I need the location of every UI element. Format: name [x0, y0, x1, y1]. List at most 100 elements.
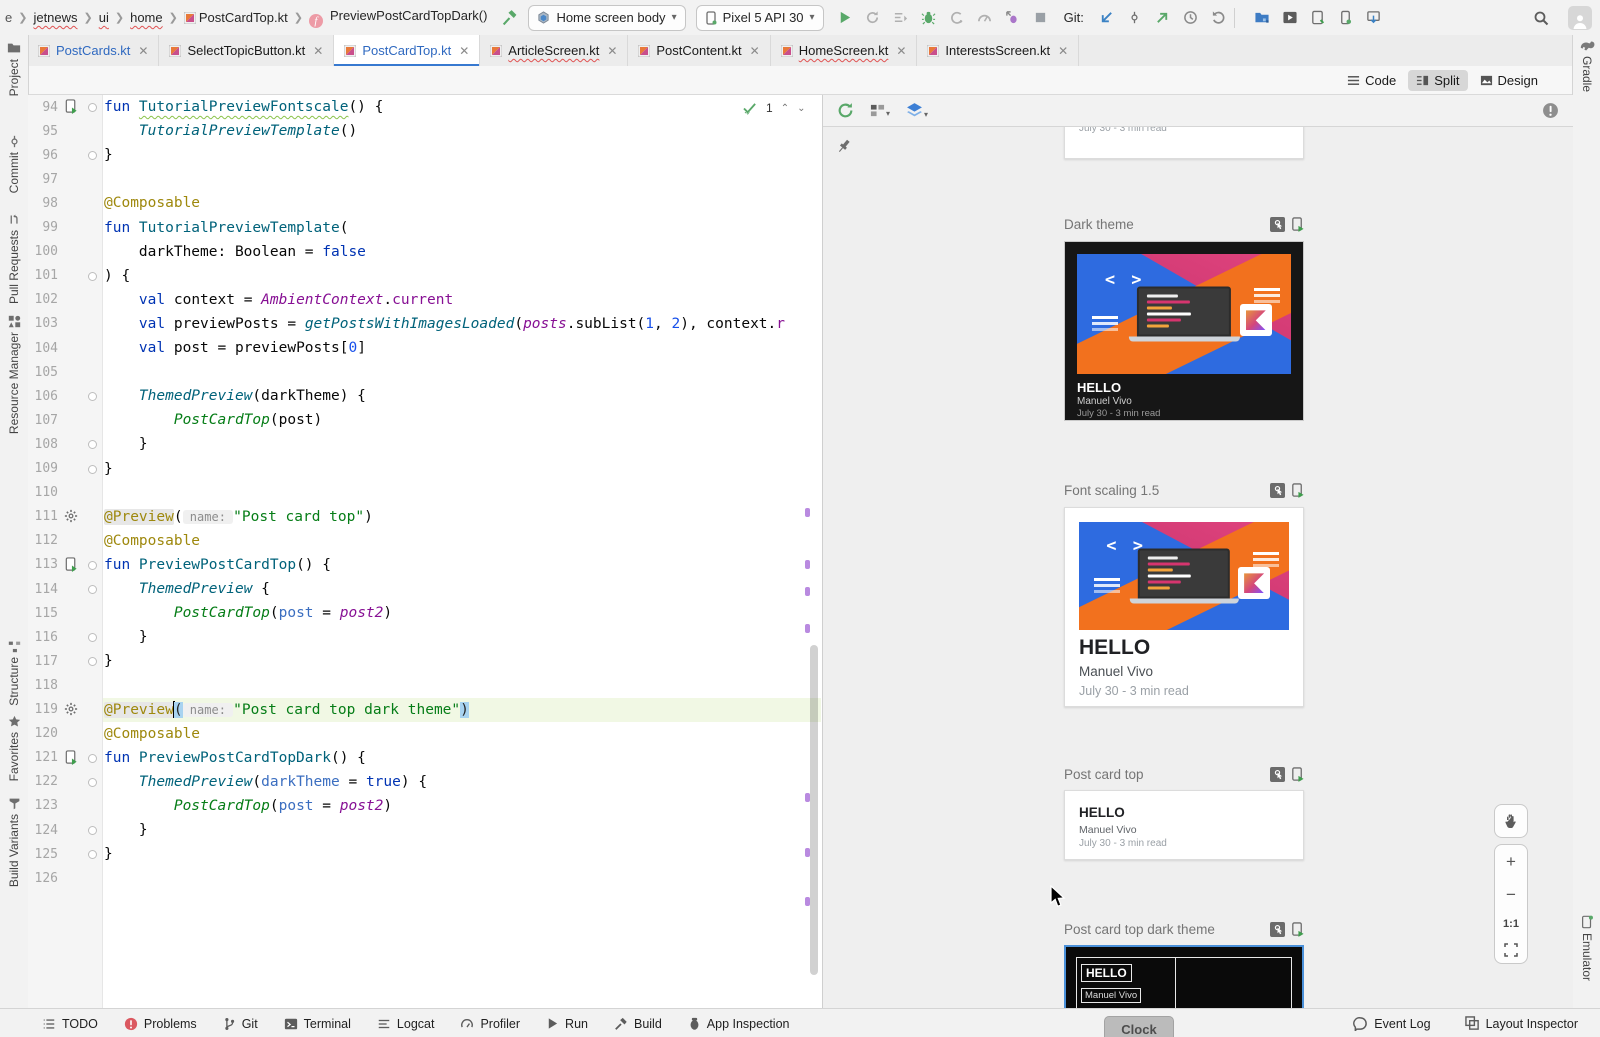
tool-window-button-build-variants[interactable]: Build Variants	[0, 797, 28, 887]
breadcrumb-item[interactable]: ui	[96, 9, 112, 26]
status-item-build[interactable]: Build	[614, 1017, 662, 1031]
close-tab-icon[interactable]: ✕	[459, 44, 469, 58]
run-preview-gutter-icon[interactable]	[64, 750, 80, 766]
device-manager-icon[interactable]	[1337, 9, 1355, 27]
preview-card-dark-blueprint[interactable]: HELLOManuel Vivo	[1064, 945, 1304, 1008]
update-icon[interactable]	[1098, 9, 1116, 27]
status-item-problems[interactable]: Problems	[124, 1017, 197, 1031]
status-item-layout-inspector[interactable]: Layout Inspector	[1465, 1016, 1578, 1031]
breadcrumb-item[interactable]: home	[127, 9, 166, 26]
preview-card-dark-theme[interactable]: < >HELLOManuel VivoJuly 30 - 3 min read	[1064, 241, 1304, 421]
close-tab-icon[interactable]: ✕	[607, 44, 617, 58]
fold-marker[interactable]	[88, 103, 97, 112]
run-configuration-select[interactable]: Home screen body ▾	[528, 5, 685, 31]
tool-window-button-pull-requests[interactable]: Pull Requests	[0, 213, 28, 304]
editor-scrollbar[interactable]	[810, 645, 818, 975]
preview-card-font-scaling[interactable]: < >HELLOManuel VivoJuly 30 - 3 min read	[1064, 507, 1304, 707]
mode-design-button[interactable]: Design	[1472, 70, 1546, 91]
preview-settings-gutter-icon[interactable]	[64, 702, 80, 718]
gauge-icon[interactable]	[976, 9, 994, 27]
tool-window-button-emulator[interactable]: Emulator	[1573, 915, 1600, 981]
sdk-manager-icon[interactable]	[1365, 9, 1383, 27]
zoom-1to1-button[interactable]: 1:1	[1503, 918, 1519, 930]
run-preview-gutter-icon[interactable]	[64, 99, 80, 115]
tool-window-button-favorites[interactable]: Favorites	[0, 715, 28, 781]
tab-PostCardTop.kt[interactable]: PostCardTop.kt✕	[334, 35, 480, 66]
tool-window-button-gradle[interactable]: Gradle	[1573, 40, 1600, 92]
device-explorer-icon[interactable]	[1253, 9, 1271, 27]
inspection-widget[interactable]: 1 ⌃ ⌄	[743, 101, 805, 115]
status-item-logcat[interactable]: Logcat	[377, 1017, 435, 1031]
history-icon[interactable]	[1182, 9, 1200, 27]
close-tab-icon[interactable]: ✕	[750, 44, 760, 58]
avatar[interactable]	[1568, 6, 1592, 30]
play-icon[interactable]	[836, 9, 854, 27]
fold-marker[interactable]	[88, 272, 97, 281]
deploy-preview-icon[interactable]	[1291, 217, 1304, 232]
fold-marker[interactable]	[88, 392, 97, 401]
rollback-icon[interactable]	[1210, 9, 1228, 27]
attach-debugger-icon[interactable]	[1004, 9, 1022, 27]
zoom-out-button[interactable]: −	[1506, 885, 1516, 905]
tab-PostContent.kt[interactable]: PostContent.kt✕	[628, 35, 770, 66]
preview-settings-gutter-icon[interactable]	[64, 509, 80, 525]
breadcrumb-item[interactable]: fPreviewPostCardTopDark()	[306, 7, 491, 29]
close-tab-icon[interactable]: ✕	[1058, 44, 1068, 58]
zoom-fit-button[interactable]	[1504, 943, 1518, 957]
interactive-preview-icon[interactable]	[1270, 922, 1285, 937]
fold-marker[interactable]	[88, 440, 97, 449]
deploy-preview-icon[interactable]	[1291, 767, 1304, 782]
fold-marker[interactable]	[88, 754, 97, 763]
tool-window-button-commit[interactable]: Commit	[0, 135, 28, 193]
preview-issues-icon[interactable]	[1542, 102, 1559, 119]
pan-tool-button[interactable]	[1494, 804, 1528, 838]
view-grid-icon[interactable]: ▾	[870, 103, 890, 118]
run-preview-gutter-icon[interactable]	[64, 557, 80, 573]
tab-InterestsScreen.kt[interactable]: InterestsScreen.kt✕	[917, 35, 1079, 66]
fold-marker[interactable]	[88, 561, 97, 570]
fold-marker[interactable]	[88, 465, 97, 474]
apply-changes-icon[interactable]	[864, 9, 882, 27]
status-item-todo[interactable]: TODO	[42, 1017, 98, 1031]
prev-inspection-icon[interactable]: ⌃	[781, 103, 789, 114]
zoom-in-button[interactable]: +	[1506, 852, 1516, 872]
tab-SelectTopicButton.kt[interactable]: SelectTopicButton.kt✕	[159, 35, 334, 66]
fold-marker[interactable]	[88, 151, 97, 160]
status-item-profiler[interactable]: Profiler	[460, 1017, 520, 1031]
next-inspection-icon[interactable]: ⌄	[797, 103, 805, 114]
status-item-git[interactable]: Git	[223, 1017, 258, 1031]
code-editor[interactable]: 9495969798991001011021031041051061071081…	[28, 95, 821, 1008]
stop-icon[interactable]	[1032, 9, 1050, 27]
tool-window-button-resource-manager[interactable]: Resource Manager	[0, 315, 28, 434]
status-item-app-inspection[interactable]: App Inspection	[688, 1017, 790, 1031]
status-item-event-log[interactable]: Event Log	[1353, 1016, 1430, 1031]
deploy-preview-icon[interactable]	[1291, 483, 1304, 498]
tab-PostCards.kt[interactable]: PostCards.kt✕	[28, 35, 159, 66]
commit-icon[interactable]	[1126, 9, 1144, 27]
fold-marker[interactable]	[88, 633, 97, 642]
tool-window-button-structure[interactable]: Structure	[0, 640, 28, 706]
fold-marker[interactable]	[88, 778, 97, 787]
tool-window-button-project[interactable]: Project	[0, 41, 28, 96]
avd-manager-icon[interactable]	[1309, 9, 1327, 27]
fold-marker[interactable]	[88, 850, 97, 859]
layers-blueprint-icon[interactable]: ▾	[906, 102, 928, 119]
preview-card-partial[interactable]: Manuel VivoJuly 30 - 3 min read	[1064, 127, 1304, 159]
debug-icon[interactable]	[920, 9, 938, 27]
breadcrumb-item[interactable]: jetnews	[30, 9, 80, 26]
tab-ArticleScreen.kt[interactable]: ArticleScreen.kt✕	[480, 35, 628, 66]
fold-marker[interactable]	[88, 657, 97, 666]
close-tab-icon[interactable]: ✕	[313, 44, 323, 58]
apply-code-changes-icon[interactable]	[892, 9, 910, 27]
breadcrumb-item[interactable]: PostCardTop.kt	[181, 9, 291, 26]
run-window-icon[interactable]	[1281, 9, 1299, 27]
mode-split-button[interactable]: Split	[1408, 70, 1467, 91]
profile-icon[interactable]	[948, 9, 966, 27]
push-icon[interactable]	[1154, 9, 1172, 27]
fold-marker[interactable]	[88, 826, 97, 835]
preview-card-post-card-top[interactable]: HELLOManuel VivoJuly 30 - 3 min read	[1064, 790, 1304, 860]
close-tab-icon[interactable]: ✕	[896, 44, 906, 58]
refresh-preview-icon[interactable]	[837, 102, 854, 119]
preview-scroll-area[interactable]: Manuel VivoJuly 30 - 3 min readDark them…	[823, 127, 1573, 1008]
search-icon[interactable]	[1532, 9, 1550, 27]
